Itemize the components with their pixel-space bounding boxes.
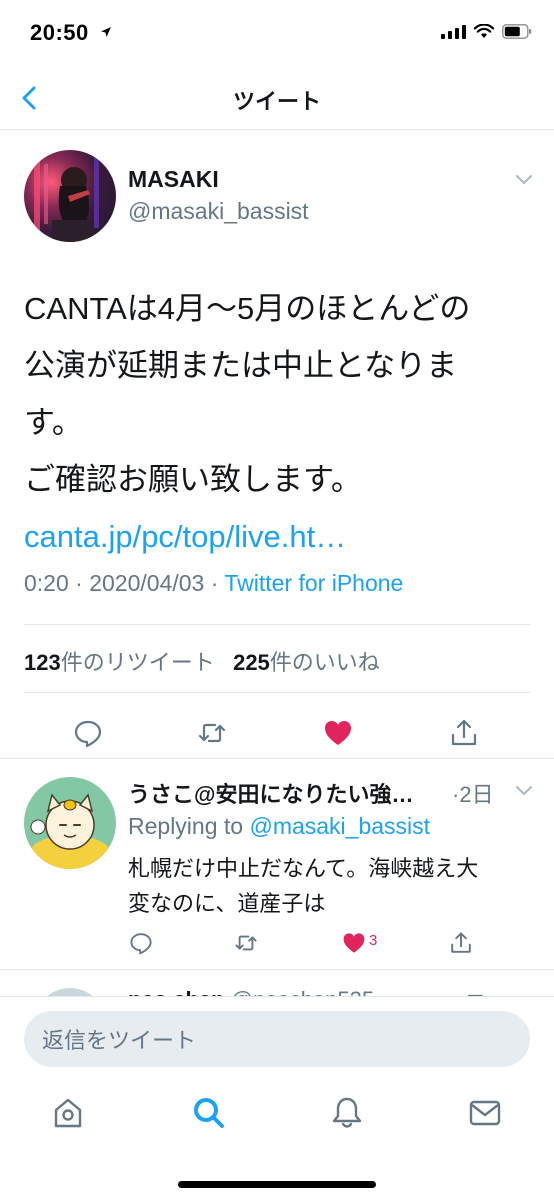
reply-actions: 3 [0, 929, 554, 959]
status-indicators [441, 24, 532, 39]
share-icon[interactable] [449, 718, 479, 748]
reply-author-name[interactable]: うさこ@安田になりたい強… [128, 777, 413, 809]
reply-tweet[interactable]: うさこ@安田になりたい強… ·2日 Replying to @masaki_ba… [0, 758, 554, 970]
divider [24, 624, 530, 625]
retweet-icon[interactable] [234, 931, 258, 955]
reply-like-count: 3 [369, 932, 378, 949]
avatar[interactable] [24, 150, 116, 242]
battery-icon [502, 24, 532, 39]
retweet-icon[interactable] [197, 718, 227, 748]
status-time: 20:50 [30, 20, 112, 46]
reply-text: 札幌だけ中止だなんて。海峡越え大 変なのに、道産子は [128, 851, 538, 921]
home-indicator [178, 1181, 376, 1188]
tweet-timestamp: 0:20 · 2020/04/03 · Twitter for iPhone [24, 570, 403, 597]
tweet-text-line: す。 [24, 405, 83, 440]
share-icon[interactable] [449, 931, 473, 955]
navigation-bar: ツイート [0, 66, 554, 130]
bell-icon[interactable] [330, 1096, 364, 1130]
page-title: ツイート [232, 89, 321, 114]
retweet-label: 件のリツイート [60, 650, 215, 675]
reply-compose-bar: 返信をツイート [0, 996, 554, 1082]
divider [24, 692, 530, 693]
tweet-text: CANTAは4月〜5月のほとんどの 公演が延期または中止となりま す。 ご確認お… [24, 280, 534, 565]
home-icon[interactable] [51, 1096, 85, 1130]
like-label: 件のいいね [269, 650, 380, 675]
meta-separator: · [68, 570, 90, 596]
comment-icon[interactable] [129, 931, 153, 955]
tweet-date: 2020/04/03 [89, 570, 205, 596]
clock-text: 20:50 [30, 20, 89, 45]
mail-icon[interactable] [468, 1096, 502, 1130]
wifi-icon [474, 24, 494, 38]
author-handle[interactable]: @masaki_bassist [128, 198, 309, 225]
like-stat[interactable]: 225件のいいね [233, 650, 380, 675]
comment-icon[interactable] [73, 718, 103, 748]
heart-icon[interactable] [342, 931, 366, 955]
meta-separator: · [204, 570, 225, 596]
reply-time-text: 2日 [459, 782, 494, 807]
avatar-image [34, 158, 99, 242]
tweet-text-line: 公演が延期または中止となりま [24, 348, 458, 383]
tweet-source-link[interactable]: Twitter for iPhone [224, 570, 403, 596]
reply-text-line: 札幌だけ中止だなんて。海峡越え大 [128, 856, 479, 881]
tweet-text-line: CANTAは4月〜5月のほとんどの [24, 291, 471, 326]
reply-text-line: 変なのに、道産子は [128, 891, 326, 916]
replying-to: Replying to @masaki_bassist [128, 813, 430, 840]
retweet-count: 123 [24, 650, 61, 675]
heart-icon[interactable] [323, 718, 353, 748]
tweet-link[interactable]: canta.jp/pc/top/live.ht… [24, 508, 534, 565]
retweet-stat[interactable]: 123件のリツイート [24, 650, 215, 675]
avatar-image [30, 793, 110, 869]
chevron-down-icon[interactable] [514, 174, 534, 186]
mention-link[interactable]: @masaki_bassist [249, 813, 430, 839]
tweet-time: 0:20 [24, 570, 69, 596]
tweet-stats: 123件のリツイート 225件のいいね [24, 645, 380, 677]
status-bar: 20:50 [0, 0, 554, 66]
author-name[interactable]: MASAKI [128, 166, 219, 193]
reply-input[interactable]: 返信をツイート [24, 1011, 530, 1067]
replying-prefix: Replying to [128, 813, 244, 839]
avatar[interactable] [24, 777, 116, 869]
like-count: 225 [233, 650, 270, 675]
tab-bar [0, 1082, 554, 1200]
chevron-down-icon[interactable] [514, 785, 534, 797]
tweet-text-line: ご確認お願い致します。 [24, 462, 362, 497]
reply-time: ·2日 [452, 777, 494, 809]
cellular-signal-icon [441, 24, 466, 39]
location-arrow-icon [101, 27, 112, 37]
tweet-actions [0, 708, 554, 758]
search-icon[interactable] [192, 1096, 226, 1130]
